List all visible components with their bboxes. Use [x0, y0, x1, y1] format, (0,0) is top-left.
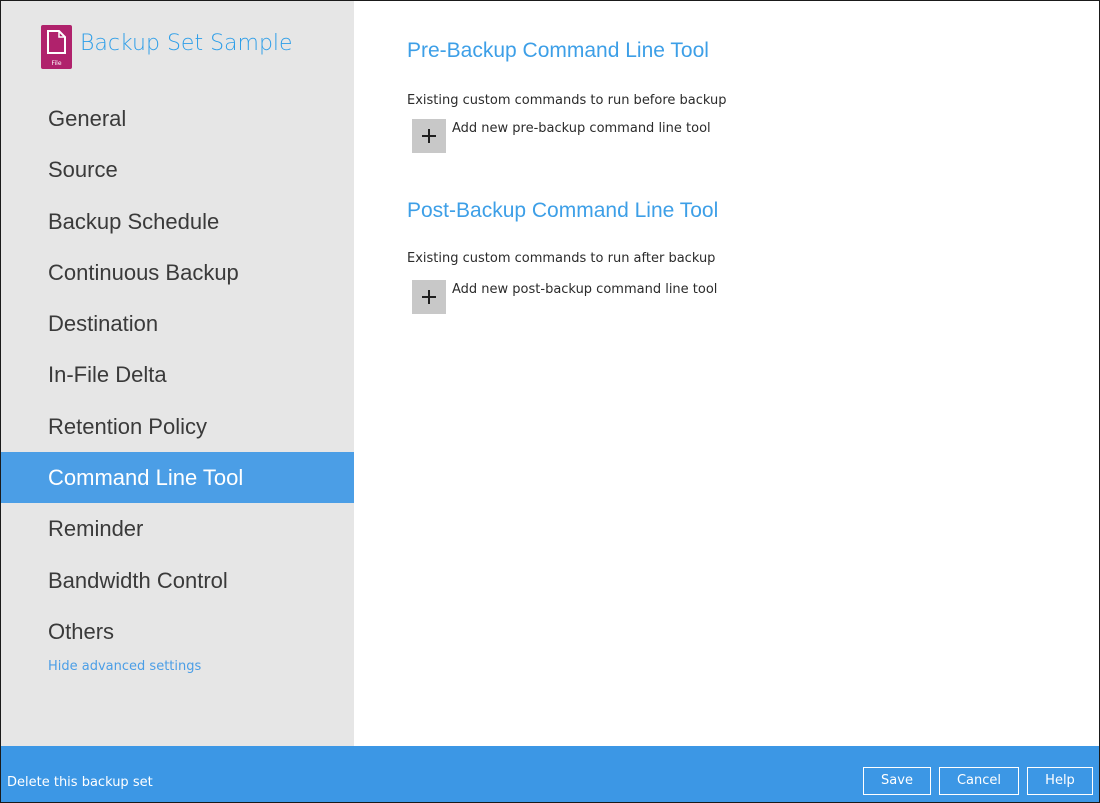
save-button[interactable]: Save — [863, 767, 931, 795]
add-post-backup-button[interactable] — [412, 280, 446, 314]
sidebar-nav: General Source Backup Schedule Continuous B… — [1, 93, 354, 657]
help-button[interactable]: Help — [1027, 767, 1093, 795]
cancel-button[interactable]: Cancel — [939, 767, 1019, 795]
sidebar-item-in-file-delta[interactable]: In-File Delta — [1, 349, 354, 400]
sidebar-item-others[interactable]: Others — [1, 606, 354, 657]
document-icon — [47, 30, 66, 54]
sidebar-item-bandwidth-control[interactable]: Bandwidth Control — [1, 555, 354, 606]
sidebar-item-general[interactable]: General — [1, 93, 354, 144]
post-backup-section-title: Post-Backup Command Line Tool — [407, 199, 719, 222]
pre-backup-section-title: Pre-Backup Command Line Tool — [407, 39, 709, 62]
sidebar-item-destination[interactable]: Destination — [1, 298, 354, 349]
file-icon: File — [41, 25, 72, 69]
sidebar-item-retention-policy[interactable]: Retention Policy — [1, 401, 354, 452]
settings-window: File Backup Set Sample General Source Back… — [0, 0, 1100, 803]
sidebar-item-source[interactable]: Source — [1, 144, 354, 195]
add-pre-backup-button[interactable] — [412, 119, 446, 153]
footer-bar: Delete this backup set Save Cancel Help — [1, 746, 1099, 802]
hide-advanced-settings-link[interactable]: Hide advanced settings — [48, 659, 201, 674]
pre-backup-description: Existing custom commands to run before b… — [407, 93, 727, 108]
backup-set-title: Backup Set Sample — [80, 31, 293, 56]
sidebar-item-continuous-backup[interactable]: Continuous Backup — [1, 247, 354, 298]
sidebar: File Backup Set Sample General Source Back… — [1, 1, 354, 746]
delete-backup-set-link[interactable]: Delete this backup set — [7, 775, 153, 790]
post-backup-description: Existing custom commands to run after ba… — [407, 251, 716, 266]
sidebar-item-command-line-tool[interactable]: Command Line Tool — [1, 452, 354, 504]
sidebar-item-backup-schedule[interactable]: Backup Schedule — [1, 196, 354, 247]
add-pre-backup-label[interactable]: Add new pre-backup command line tool — [452, 121, 711, 136]
main-panel: Pre-Backup Command Line Tool Existing cu… — [354, 1, 1099, 746]
file-icon-caption: File — [51, 60, 62, 67]
add-post-backup-label[interactable]: Add new post-backup command line tool — [452, 282, 717, 297]
sidebar-item-reminder[interactable]: Reminder — [1, 503, 354, 554]
